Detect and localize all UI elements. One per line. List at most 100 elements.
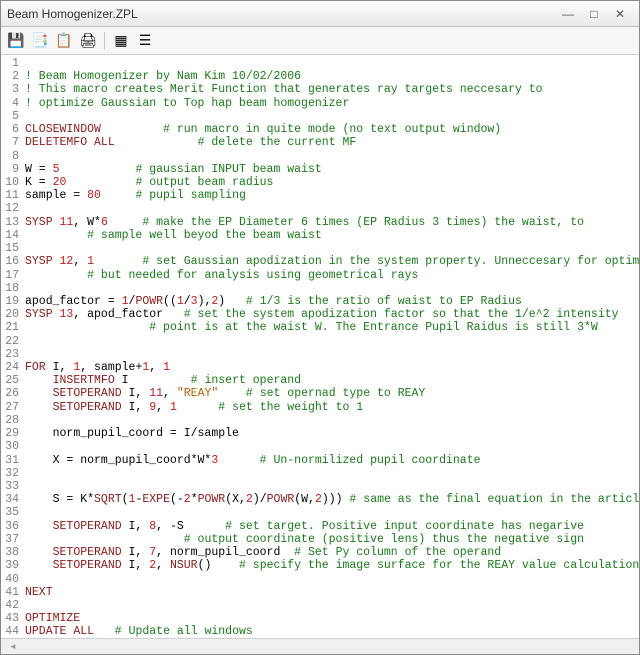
code-text: , sample+ bbox=[80, 361, 142, 374]
saveall-icon[interactable]: 📑 bbox=[29, 30, 51, 52]
keyword: ALL bbox=[94, 136, 115, 149]
comment: # Update all windows bbox=[115, 625, 253, 638]
line-number: 21 bbox=[1, 321, 25, 334]
keyword: SETOPERAND bbox=[53, 546, 122, 559]
code-text: * bbox=[191, 493, 198, 506]
comment: # set opernad type to REAY bbox=[246, 387, 425, 400]
keyword: INSERTMFO bbox=[53, 374, 115, 387]
maximize-button[interactable]: □ bbox=[581, 5, 607, 23]
number: 5 bbox=[53, 163, 60, 176]
minimize-button[interactable]: — bbox=[555, 5, 581, 23]
code-text: , bbox=[163, 387, 177, 400]
keyword: NEXT bbox=[25, 586, 53, 599]
keyword: UPDATE bbox=[25, 625, 66, 638]
line-number: 10 bbox=[1, 176, 25, 189]
function: POWR bbox=[198, 493, 226, 506]
comment: # set Gaussian apodization in the system… bbox=[142, 255, 639, 268]
keyword: SYSP bbox=[25, 308, 53, 321]
function: EXPE bbox=[142, 493, 170, 506]
comment: ! optimize Gaussian to Top hap beam homo… bbox=[25, 97, 349, 110]
line-number: 27 bbox=[1, 401, 25, 414]
line-number: 28 bbox=[1, 414, 25, 427]
code-text: (- bbox=[170, 493, 184, 506]
code-text: apod_factor = bbox=[25, 295, 122, 308]
line-number: 29 bbox=[1, 427, 25, 440]
code-text: I, bbox=[122, 520, 150, 533]
line-number: 3 bbox=[1, 83, 25, 96]
comment: # Un-normilized pupil coordinate bbox=[260, 454, 481, 467]
keyword: SYSP bbox=[25, 216, 53, 229]
line-number: 6 bbox=[1, 123, 25, 136]
keyword: OPTIMIZE bbox=[25, 612, 80, 625]
copy-icon[interactable]: 📋 bbox=[53, 30, 75, 52]
line-number: 40 bbox=[1, 573, 25, 586]
comment: # run macro in quite mode (no text outpu… bbox=[163, 123, 501, 136]
line-number: 33 bbox=[1, 480, 25, 493]
listview-icon[interactable]: ☰ bbox=[134, 30, 156, 52]
number: 1 bbox=[163, 361, 170, 374]
line-number: 7 bbox=[1, 136, 25, 149]
line-number: 12 bbox=[1, 202, 25, 215]
comment: ! Beam Homogenizer by Nam Kim 10/02/2006 bbox=[25, 70, 301, 83]
code-text bbox=[218, 387, 246, 400]
line-number: 25 bbox=[1, 374, 25, 387]
code-editor[interactable]: 1 2! Beam Homogenizer by Nam Kim 10/02/2… bbox=[1, 55, 639, 638]
comment: # output beam radius bbox=[135, 176, 273, 189]
line-number: 31 bbox=[1, 454, 25, 467]
line-number: 35 bbox=[1, 506, 25, 519]
line-number: 17 bbox=[1, 269, 25, 282]
code-text: , bbox=[149, 361, 163, 374]
comment: # but needed for analysis using geometri… bbox=[87, 269, 418, 282]
number: 2 bbox=[315, 493, 322, 506]
line-number: 34 bbox=[1, 493, 25, 506]
line-number: 16 bbox=[1, 255, 25, 268]
line-number: 42 bbox=[1, 599, 25, 612]
number: 12 bbox=[60, 255, 74, 268]
code-text: I, bbox=[122, 387, 150, 400]
number: 80 bbox=[87, 189, 101, 202]
comment: # pupil sampling bbox=[135, 189, 245, 202]
line-number: 11 bbox=[1, 189, 25, 202]
blockview-icon[interactable]: ▦ bbox=[110, 30, 132, 52]
number: 13 bbox=[60, 308, 74, 321]
code-text: )/ bbox=[253, 493, 267, 506]
code-text: (( bbox=[163, 295, 177, 308]
keyword: ALL bbox=[73, 625, 94, 638]
code-text: sample = bbox=[25, 189, 87, 202]
print-icon[interactable]: 🖨 bbox=[77, 30, 99, 52]
comment: # set the weight to 1 bbox=[218, 401, 363, 414]
code-text: I, bbox=[46, 361, 74, 374]
function: NSUR bbox=[170, 559, 198, 572]
line-number: 37 bbox=[1, 533, 25, 546]
line-number: 39 bbox=[1, 559, 25, 572]
code-text: , bbox=[156, 559, 170, 572]
close-button[interactable]: ✕ bbox=[607, 5, 633, 23]
function: POWR bbox=[135, 295, 163, 308]
code-text: I, bbox=[122, 401, 150, 414]
number: 20 bbox=[53, 176, 67, 189]
keyword: SYSP bbox=[25, 255, 53, 268]
keyword: FOR bbox=[25, 361, 46, 374]
number: 2 bbox=[184, 493, 191, 506]
keyword: SETOPERAND bbox=[53, 401, 122, 414]
line-number: 2 bbox=[1, 70, 25, 83]
code-text: () bbox=[198, 559, 239, 572]
titlebar: Beam Homogenizer.ZPL — □ ✕ bbox=[1, 1, 639, 27]
code-text: / bbox=[184, 295, 191, 308]
keyword: SETOPERAND bbox=[53, 387, 122, 400]
line-number: 13 bbox=[1, 216, 25, 229]
save-icon[interactable]: 💾 bbox=[5, 30, 27, 52]
code-text: , apod_factor bbox=[73, 308, 183, 321]
comment: # output coordinate (positive lens) thus… bbox=[184, 533, 584, 546]
line-number: 30 bbox=[1, 440, 25, 453]
code-text: I, bbox=[122, 559, 150, 572]
number: 11 bbox=[149, 387, 163, 400]
number: 1 bbox=[177, 295, 184, 308]
keyword: SETOPERAND bbox=[53, 559, 122, 572]
code-text: (X, bbox=[225, 493, 246, 506]
code-text: X = norm_pupil_coord*W* bbox=[53, 454, 212, 467]
line-number: 18 bbox=[1, 282, 25, 295]
comment: # delete the current MF bbox=[198, 136, 357, 149]
code-text: , bbox=[156, 401, 170, 414]
comment: # gaussian INPUT beam waist bbox=[135, 163, 321, 176]
